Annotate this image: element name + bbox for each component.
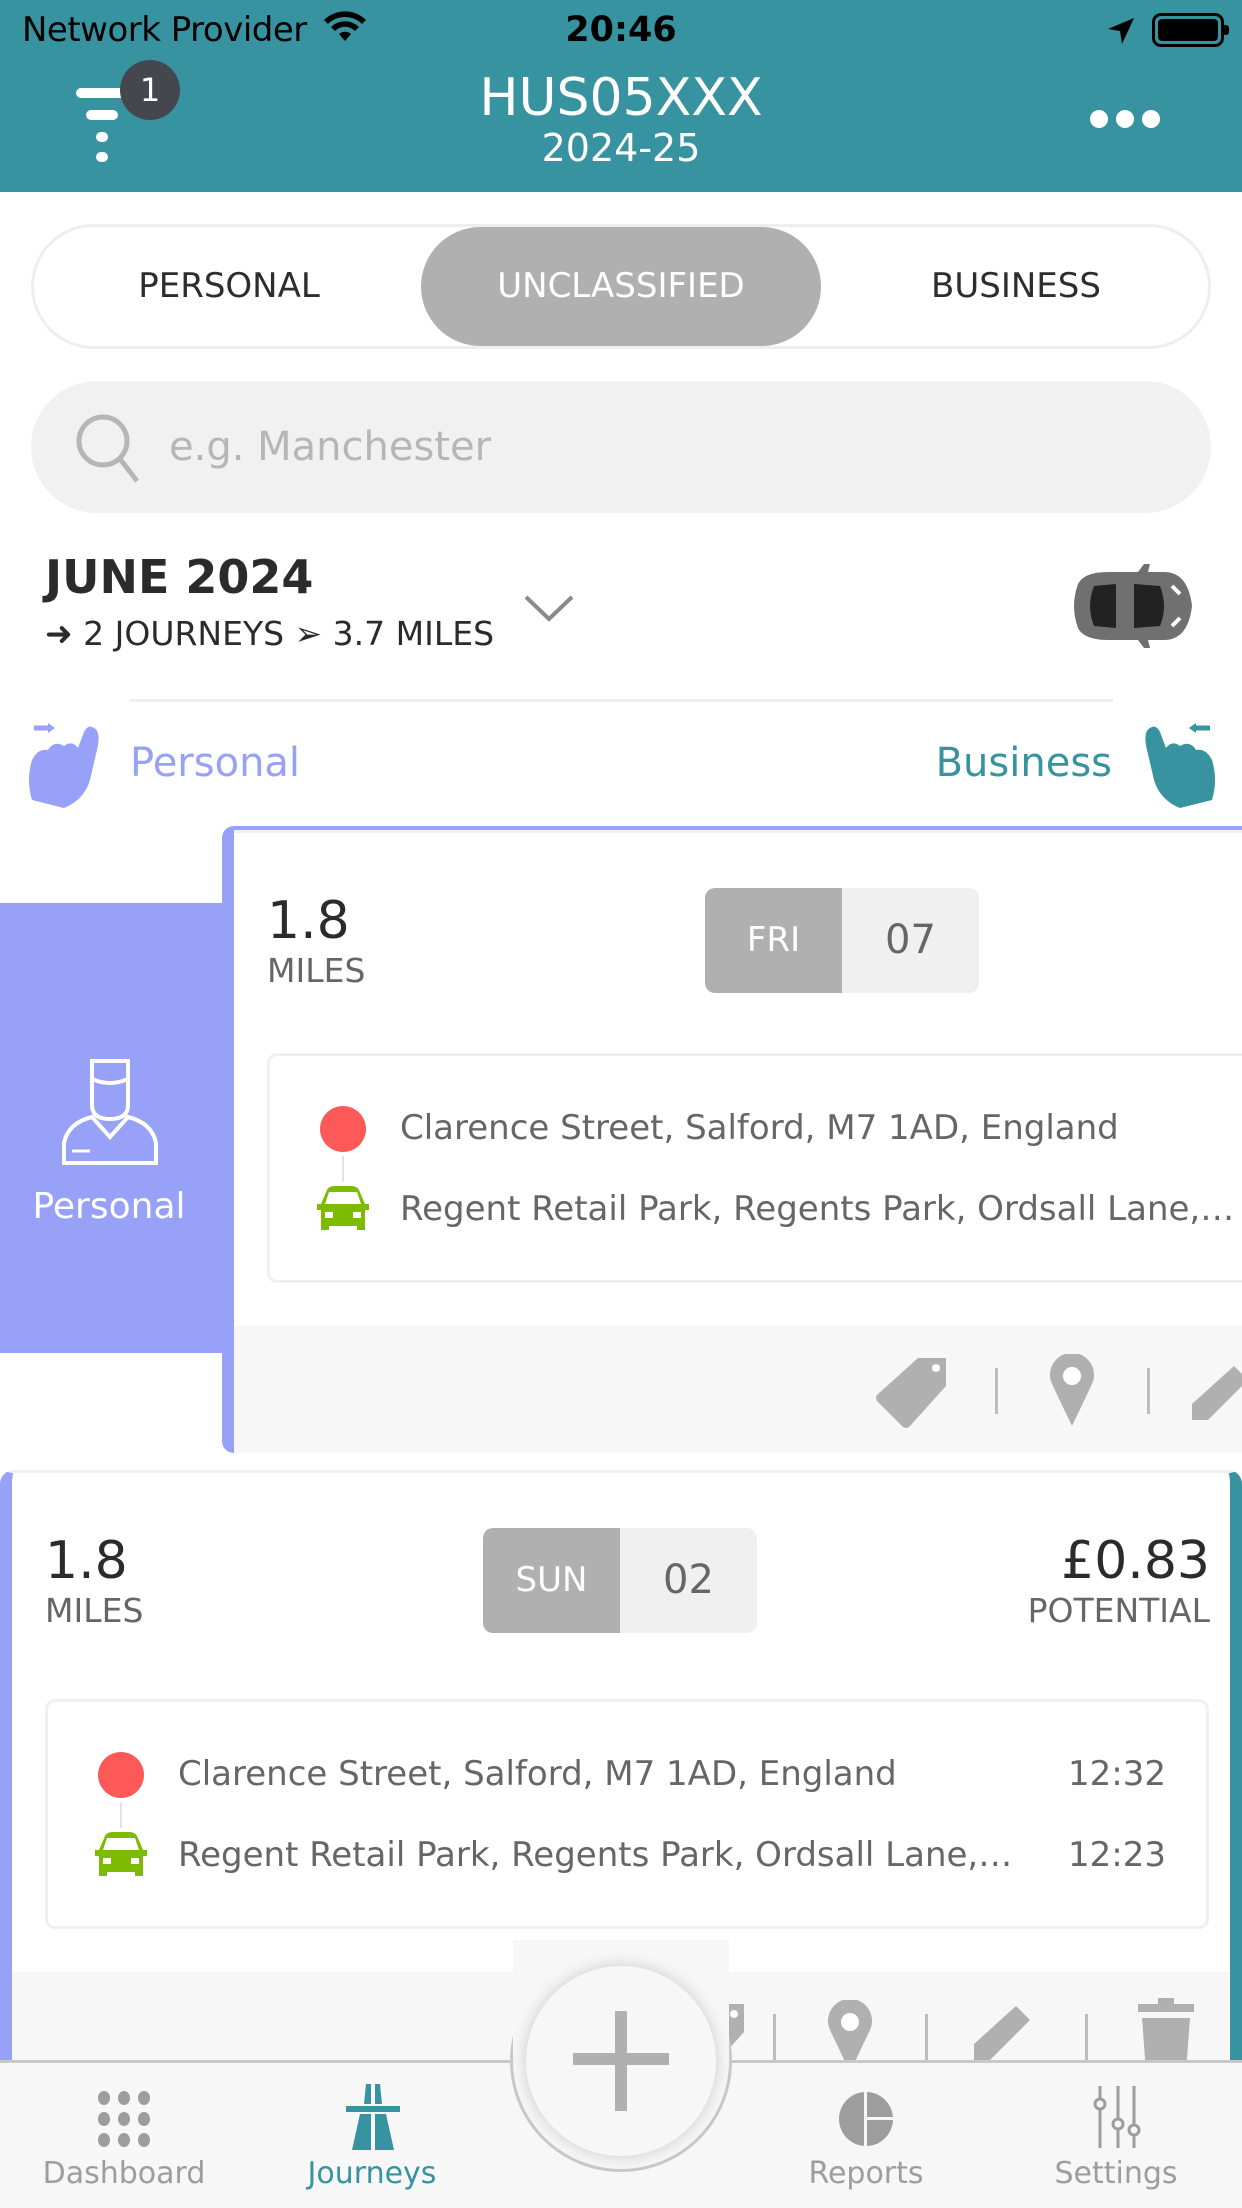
- month-title[interactable]: JUNE 2024: [45, 550, 313, 604]
- segment-personal[interactable]: PERSONAL: [34, 227, 424, 346]
- search-bar: [31, 381, 1211, 513]
- separator: [773, 2014, 776, 2060]
- edit-pencil-icon[interactable]: [972, 2002, 1032, 2062]
- tab-settings[interactable]: Settings: [1016, 2086, 1216, 2208]
- tab-dashboard[interactable]: Dashboard: [24, 2090, 224, 2208]
- ellipsis-icon: [1090, 110, 1168, 132]
- start-location-icon: [320, 1106, 366, 1152]
- route-connector: [342, 1156, 344, 1182]
- potential-amount: £0.83: [1061, 1531, 1210, 1591]
- separator: [925, 2014, 928, 2060]
- journey-distance: 1.8 MILES: [45, 1531, 143, 1630]
- day-of-month: 02: [620, 1528, 757, 1633]
- separator: [1085, 2014, 1088, 2060]
- potential-label: POTENTIAL: [1027, 1591, 1210, 1630]
- tab-label: Reports: [808, 2156, 924, 2191]
- miles-value: 1.8: [45, 1531, 128, 1591]
- search-input[interactable]: [169, 411, 1169, 483]
- motorway-road-icon: [346, 2084, 400, 2150]
- tag-icon[interactable]: [874, 1356, 950, 1430]
- more-options-button[interactable]: [1090, 110, 1168, 132]
- journey-actions: [234, 1326, 1242, 1453]
- car-icon: [95, 1832, 147, 1876]
- route-box: Clarence Street, Salford, M7 1AD, Englan…: [45, 1699, 1209, 1929]
- person-icon: [62, 1059, 158, 1165]
- route-connector: [120, 1802, 122, 1828]
- day-of-month: 07: [842, 888, 979, 993]
- end-address: Regent Retail Park, Regents Park, Ordsal…: [400, 1189, 1235, 1229]
- separator: [995, 1368, 998, 1414]
- start-address: Clarence Street, Salford, M7 1AD, Englan…: [178, 1754, 897, 1794]
- page-title: HUS05XXX: [479, 68, 763, 128]
- sliders-icon: [1093, 2086, 1141, 2148]
- month-summary: ➜ 2 JOURNEYS ➢ 3.7 MILES: [45, 614, 495, 653]
- tax-year[interactable]: 2024-25: [0, 126, 1242, 170]
- tab-label: Dashboard: [42, 2156, 206, 2191]
- start-address: Clarence Street, Salford, M7 1AD, Englan…: [400, 1108, 1119, 1148]
- miles-label: MILES: [267, 951, 366, 990]
- vehicle-button[interactable]: [1064, 564, 1198, 648]
- journey-date: SUN 02: [483, 1528, 757, 1633]
- map-pin-icon[interactable]: [1048, 1354, 1096, 1428]
- car-icon: [317, 1186, 369, 1230]
- tab-journeys[interactable]: Journeys: [272, 2084, 472, 2208]
- end-time: 12:23: [1068, 1835, 1166, 1875]
- start-time: 12:32: [1068, 1754, 1166, 1794]
- miles-value: 1.8: [267, 891, 350, 951]
- segment-unclassified[interactable]: UNCLASSIFIED: [421, 227, 821, 346]
- pie-chart-icon: [839, 2090, 894, 2148]
- journey-distance: 1.8 MILES: [267, 891, 365, 990]
- reveal-label-personal: Personal: [32, 1186, 186, 1227]
- chevron-down-icon[interactable]: [523, 593, 575, 625]
- location-arrow-icon: [1108, 18, 1134, 44]
- dashboard-grid-icon: [98, 2091, 150, 2147]
- journey-potential: £0.83 POTENTIAL: [1028, 1531, 1210, 1630]
- tab-label: Journeys: [307, 2156, 437, 2191]
- divider: [130, 699, 1113, 702]
- status-time: 20:46: [565, 10, 677, 50]
- tab-reports[interactable]: Reports: [766, 2090, 966, 2208]
- classification-segmented-control: PERSONAL UNCLASSIFIED BUSINESS: [31, 224, 1211, 349]
- search-icon: [76, 414, 139, 483]
- tab-label: Settings: [1054, 2156, 1178, 2191]
- end-address: Regent Retail Park, Regents Park, Ordsal…: [178, 1835, 1013, 1875]
- miles-label: MILES: [45, 1591, 144, 1630]
- start-location-icon: [98, 1752, 144, 1798]
- swipe-hint-personal: Personal: [130, 740, 301, 786]
- top-bar: Network Provider 20:46 1 HUS05XXX 2024-2…: [0, 0, 1242, 192]
- battery-icon: [1152, 13, 1229, 47]
- route-box: Clarence Street, Salford, M7 1AD, Englan…: [267, 1053, 1242, 1283]
- segment-business[interactable]: BUSINESS: [821, 227, 1211, 346]
- edit-pencil-icon[interactable]: [1190, 1362, 1242, 1422]
- day-of-week: SUN: [483, 1528, 620, 1633]
- add-journey-button[interactable]: [526, 1966, 716, 2156]
- car-top-view-icon: [1074, 564, 1192, 648]
- journey-date: FRI 07: [705, 888, 979, 993]
- journeys-screen: Network Provider 20:46 1 HUS05XXX 2024-2…: [0, 0, 1242, 2208]
- swipe-hint-business: Business: [935, 740, 1112, 786]
- swipe-left-hand-icon: [1145, 723, 1215, 808]
- day-of-week: FRI: [705, 888, 842, 993]
- swipe-right-hand-icon: [29, 723, 99, 808]
- separator: [1147, 1368, 1150, 1414]
- mark-personal-action[interactable]: [0, 903, 234, 1353]
